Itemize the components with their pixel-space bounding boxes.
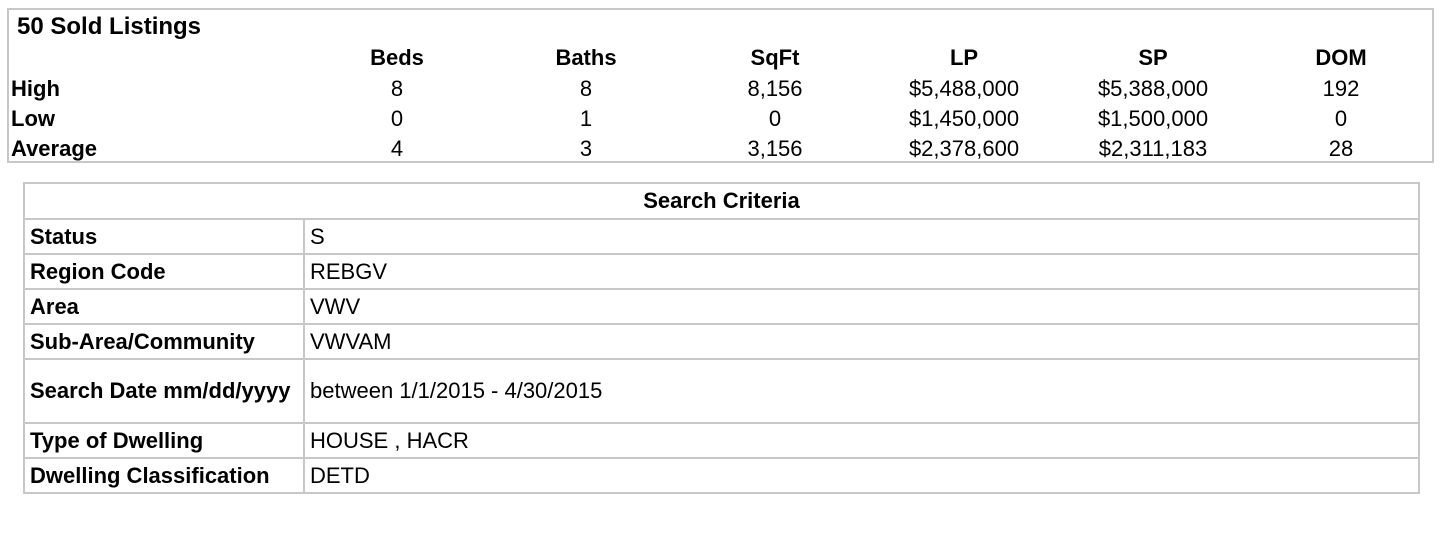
low-beds: 0: [390, 106, 404, 131]
column-header-sqft: SqFt: [750, 45, 800, 70]
row-label-average: Average: [11, 136, 98, 161]
high-dom: 192: [1322, 76, 1360, 101]
criteria-value-type-of-dwelling: HOUSE , HACR: [303, 422, 1420, 459]
average-baths: 3: [579, 136, 593, 161]
criteria-key-area: Area: [23, 288, 305, 325]
average-dom: 28: [1328, 136, 1354, 161]
search-criteria-table: Search Criteria Status S Region Code REB…: [23, 182, 1420, 494]
criteria-value-region-code: REBGV: [303, 253, 1420, 290]
criteria-key-dwelling-classification: Dwelling Classification: [23, 457, 305, 494]
criteria-key-status: Status: [23, 218, 305, 255]
low-baths: 1: [579, 106, 593, 131]
high-lp: $5,488,000: [908, 76, 1020, 101]
criteria-key-search-date: Search Date mm/dd/yyyy: [23, 358, 305, 424]
row-label-low: Low: [11, 106, 55, 131]
average-sp: $2,311,183: [1098, 136, 1208, 161]
criteria-key-type-of-dwelling: Type of Dwelling: [23, 422, 305, 459]
high-baths: 8: [579, 76, 593, 101]
high-sp: $5,388,000: [1097, 76, 1209, 101]
column-header-lp: LP: [949, 45, 979, 70]
average-lp: $2,378,600: [908, 136, 1020, 161]
high-sqft: 8,156: [747, 76, 803, 101]
criteria-row: Area VWV: [23, 288, 1420, 325]
low-sqft: 0: [768, 106, 782, 131]
criteria-key-region-code: Region Code: [23, 253, 305, 290]
criteria-value-dwelling-classification: DETD: [303, 457, 1420, 494]
low-lp: $1,450,000: [908, 106, 1020, 131]
summary-title: 50 Sold Listings: [17, 13, 202, 40]
criteria-row: Sub-Area/Community VWVAM: [23, 323, 1420, 360]
criteria-row: Region Code REBGV: [23, 253, 1420, 290]
criteria-value-search-date: between 1/1/2015 - 4/30/2015: [303, 358, 1420, 424]
search-criteria-heading: Search Criteria: [23, 182, 1420, 220]
criteria-value-area: VWV: [303, 288, 1420, 325]
average-sqft: 3,156: [747, 136, 803, 161]
criteria-row: Search Date mm/dd/yyyy between 1/1/2015 …: [23, 358, 1420, 424]
column-header-baths: Baths: [555, 45, 617, 70]
criteria-value-sub-area: VWVAM: [303, 323, 1420, 360]
low-dom: 0: [1334, 106, 1348, 131]
criteria-key-sub-area: Sub-Area/Community: [23, 323, 305, 360]
row-label-high: High: [11, 76, 60, 101]
summary-table: 50 Sold Listings Beds Baths SqFt LP SP D…: [7, 8, 1434, 163]
column-header-dom: DOM: [1315, 45, 1367, 70]
low-sp: $1,500,000: [1097, 106, 1209, 131]
column-header-sp: SP: [1138, 45, 1168, 70]
high-beds: 8: [390, 76, 404, 101]
criteria-value-status: S: [303, 218, 1420, 255]
column-header-beds: Beds: [370, 45, 424, 70]
average-beds: 4: [390, 136, 404, 161]
criteria-row: Type of Dwelling HOUSE , HACR: [23, 422, 1420, 459]
criteria-row: Dwelling Classification DETD: [23, 457, 1420, 494]
criteria-row: Status S: [23, 218, 1420, 255]
